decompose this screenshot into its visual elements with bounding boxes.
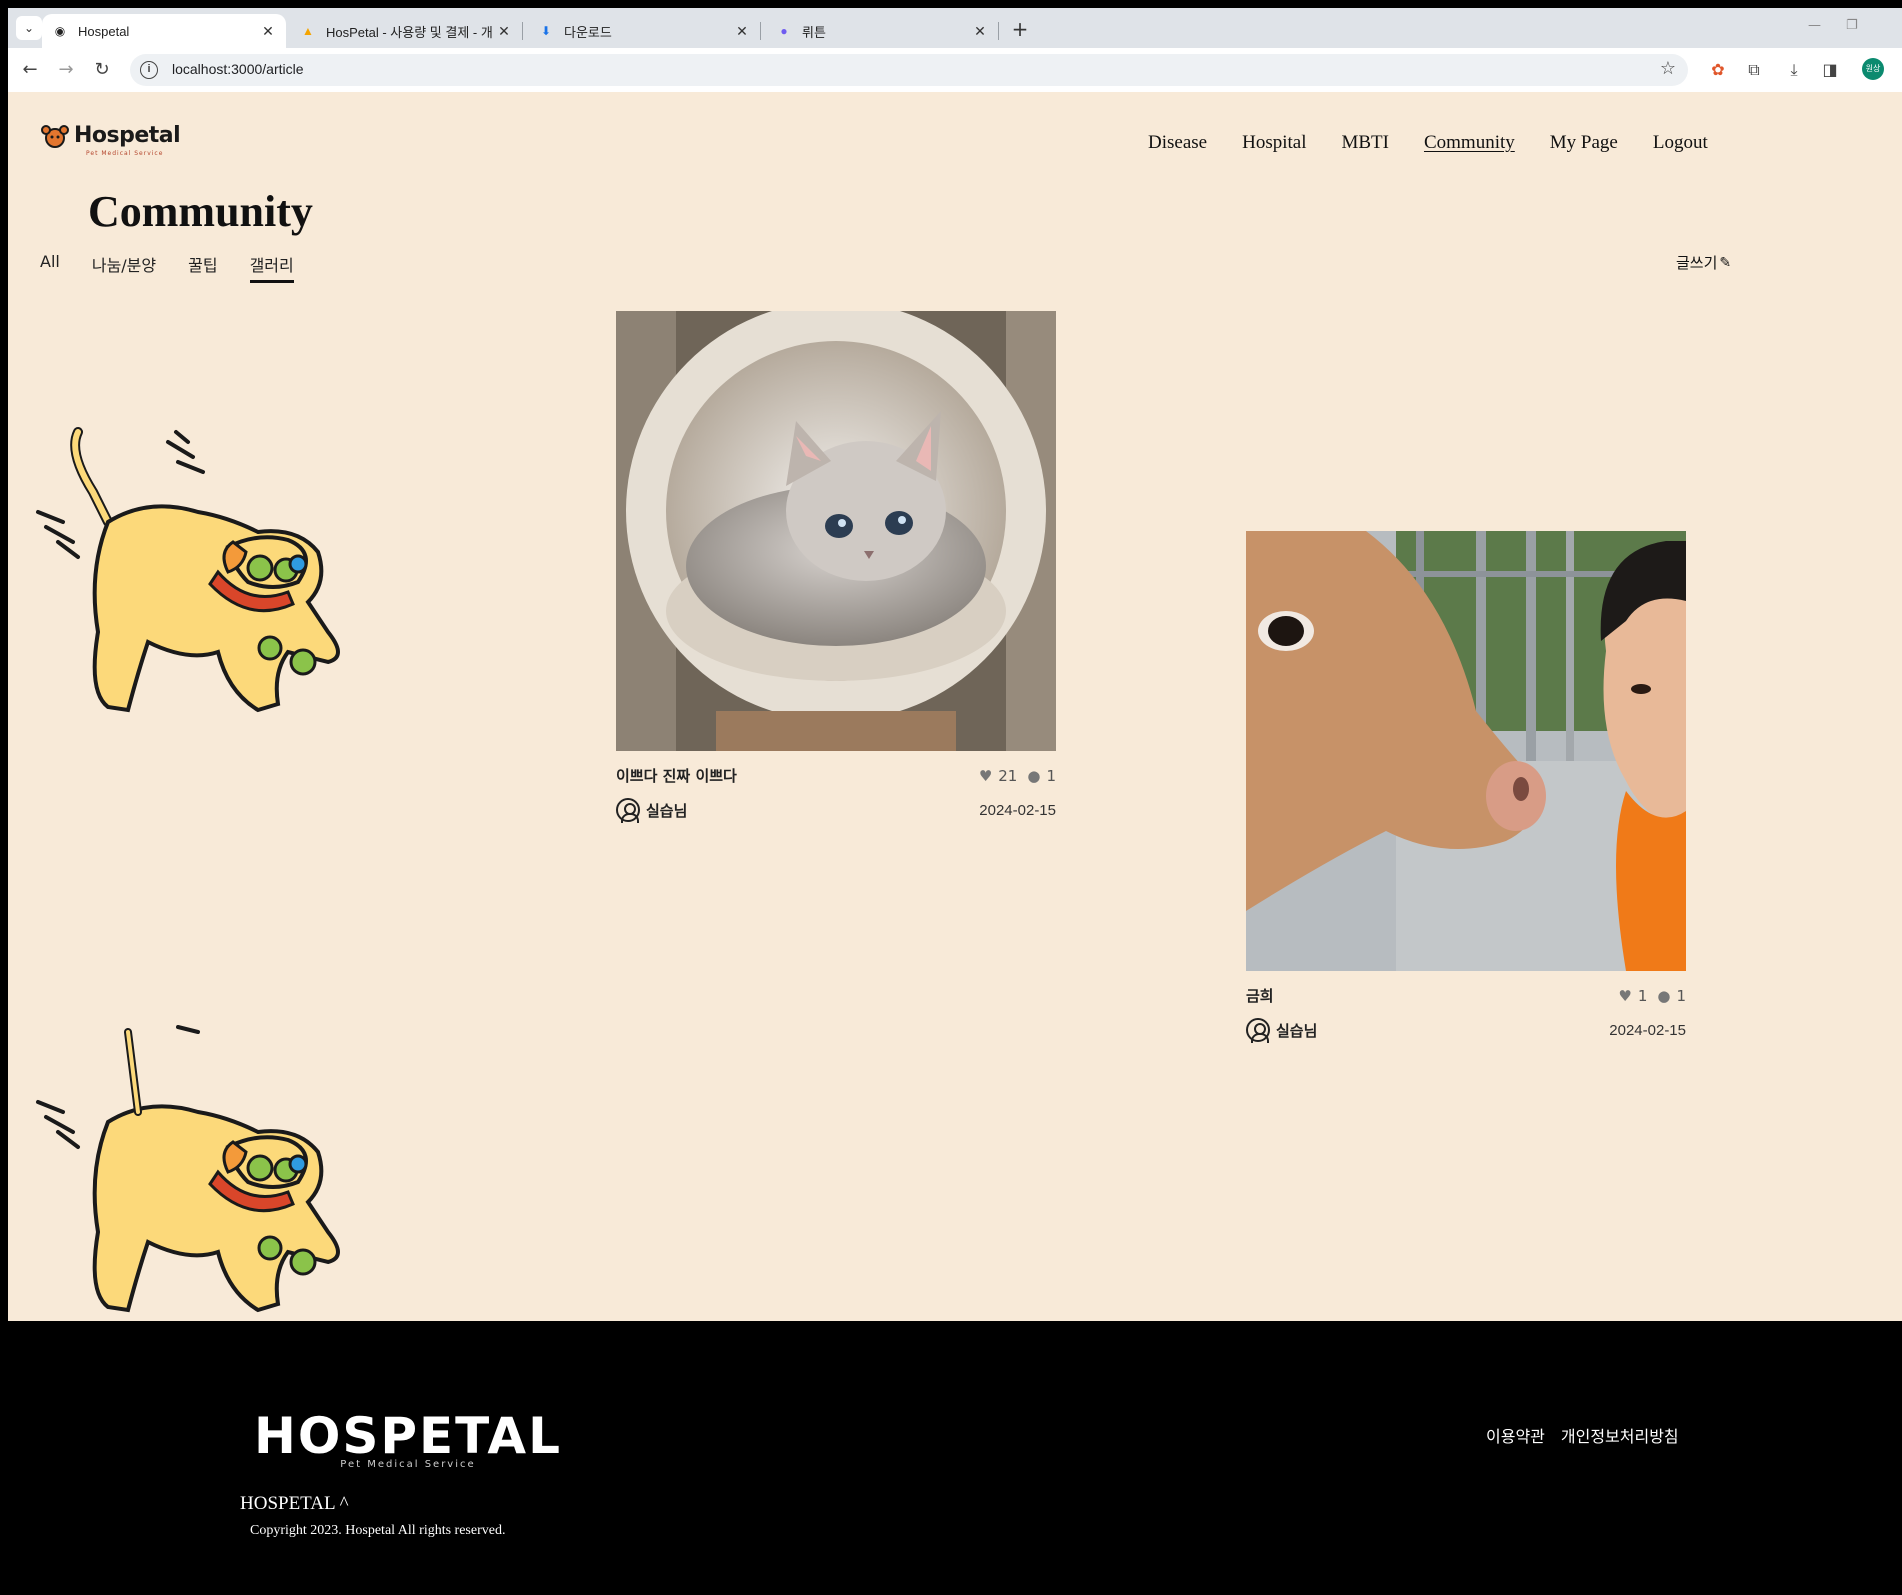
nav-community[interactable]: Community xyxy=(1424,132,1515,154)
gallery-post-card[interactable]: 금희 ♥ 1 ● 1 실습님 2024-02-15 xyxy=(1246,531,1686,1043)
profile-avatar[interactable]: 원상 xyxy=(1862,58,1884,80)
comment-count: 1 xyxy=(1046,766,1056,785)
category-tab-gallery[interactable]: 갤러리 xyxy=(249,252,294,283)
tab-search-icon[interactable]: ⌄ xyxy=(16,16,42,40)
forward-arrow-icon[interactable]: → xyxy=(54,58,78,82)
nav-disease[interactable]: Disease xyxy=(1148,132,1207,154)
comment-count: 1 xyxy=(1676,986,1686,1005)
write-post-label: 글쓰기 xyxy=(1676,254,1718,272)
downloads-icon[interactable]: ⤓ xyxy=(1782,58,1806,82)
tab-strip: ⌄ ◉ Hospetal ✕ ▲ HosPetal - 사용량 및 결제 - 개… xyxy=(8,8,1902,48)
post-photo-kitten[interactable] xyxy=(616,301,1056,751)
footer-links: 이용약관 개인정보처리방침 xyxy=(1486,1423,1695,1447)
post-title[interactable]: 이쁘다 진짜 이쁘다 xyxy=(616,765,737,786)
post-title[interactable]: 금희 xyxy=(1246,985,1274,1006)
site-footer: HOSPETAL Pet Medical Service HOSPETAL ^ … xyxy=(0,1321,1902,1595)
wrtn-favicon-icon: ● xyxy=(780,24,788,38)
nav-hospital[interactable]: Hospital xyxy=(1242,132,1306,154)
close-icon[interactable]: ✕ xyxy=(732,23,752,40)
download-favicon-icon: ⬇ xyxy=(540,24,552,38)
address-bar[interactable]: i localhost:3000/article ☆ xyxy=(130,54,1688,86)
write-post-button[interactable]: 글쓰기 ✎ xyxy=(1676,252,1731,273)
dog-illustration-icon xyxy=(36,1025,340,1313)
new-tab-plus-icon[interactable]: + xyxy=(1008,18,1032,42)
post-meta-row: 금희 ♥ 1 ● 1 xyxy=(1246,985,1686,1006)
tab-divider xyxy=(998,22,999,40)
minimize-icon[interactable]: — xyxy=(1808,18,1821,33)
post-author: 실습님 xyxy=(1246,1018,1318,1043)
category-tab-tips[interactable]: 꿀팁 xyxy=(188,252,217,283)
nav-my-page[interactable]: My Page xyxy=(1550,132,1618,154)
post-date: 2024-02-15 xyxy=(979,801,1056,819)
post-photo-calf-selfie[interactable] xyxy=(1246,531,1686,971)
address-url[interactable]: localhost:3000/article xyxy=(172,61,304,77)
nav-mbti[interactable]: MBTI xyxy=(1341,132,1389,154)
extensions-puzzle-icon[interactable]: ⧉ xyxy=(1742,58,1766,82)
heart-icon[interactable]: ♥ xyxy=(979,767,992,785)
main-nav: Disease Hospital MBTI Community My Page … xyxy=(1148,132,1743,154)
close-icon[interactable]: ✕ xyxy=(494,23,514,40)
reload-icon[interactable]: ↻ xyxy=(90,58,114,82)
color-wheel-extension-icon[interactable]: ✿ xyxy=(1706,58,1730,82)
edit-pencil-icon: ✎ xyxy=(1719,254,1732,271)
page-content: Hospetal Pet Medical Service Disease Hos… xyxy=(8,92,1902,1321)
page-title: Community xyxy=(88,187,313,236)
tab-firebase-billing[interactable]: ▲ HosPetal - 사용량 및 결제 - 개 ✕ xyxy=(290,14,522,48)
tab-divider xyxy=(522,22,523,40)
heart-icon[interactable]: ♥ xyxy=(1618,987,1631,1005)
close-icon[interactable]: ✕ xyxy=(258,23,278,40)
post-stats: ♥ 21 ● 1 xyxy=(969,767,1056,785)
site-info-icon[interactable]: i xyxy=(140,61,158,79)
tab-divider xyxy=(760,22,761,40)
tab-wrtn[interactable]: ● 뤼튼 ✕ xyxy=(766,14,998,48)
category-tab-sharing[interactable]: 나눔/분양 xyxy=(92,252,156,283)
post-author: 실습님 xyxy=(616,798,688,823)
category-tab-all[interactable]: All xyxy=(40,252,60,283)
author-name: 실습님 xyxy=(1276,1021,1318,1040)
terms-link[interactable]: 이용약관 xyxy=(1486,1423,1545,1447)
post-stats: ♥ 1 ● 1 xyxy=(1608,987,1686,1005)
author-name: 실습님 xyxy=(646,801,688,820)
firebase-favicon-icon: ▲ xyxy=(302,24,314,38)
browser-toolbar: ← → ↻ i localhost:3000/article ☆ ✿ ⧉ ⤓ ◨… xyxy=(8,48,1902,92)
comment-bubble-icon: ● xyxy=(1657,986,1671,1005)
close-icon[interactable]: ✕ xyxy=(970,23,990,40)
browser-window: ⌄ ◉ Hospetal ✕ ▲ HosPetal - 사용량 및 결제 - 개… xyxy=(8,8,1902,92)
tab-downloads[interactable]: ⬇ 다운로드 ✕ xyxy=(528,14,760,48)
gallery-post-card[interactable]: 이쁘다 진짜 이쁘다 ♥ 21 ● 1 실습님 2024-02-15 xyxy=(616,301,1056,823)
footer-logo-text: HOSPETAL xyxy=(254,1407,562,1465)
back-arrow-icon[interactable]: ← xyxy=(18,58,42,82)
restore-icon[interactable]: ❐ xyxy=(1846,18,1858,33)
post-author-row: 실습님 2024-02-15 xyxy=(1246,1018,1686,1043)
bookmark-star-icon[interactable]: ☆ xyxy=(1660,58,1676,79)
footer-brand-toggle[interactable]: HOSPETAL ^ xyxy=(240,1493,349,1515)
post-meta-row: 이쁘다 진짜 이쁘다 ♥ 21 ● 1 xyxy=(616,765,1056,786)
user-avatar-icon xyxy=(1246,1018,1270,1043)
footer-logo: HOSPETAL Pet Medical Service xyxy=(254,1407,562,1470)
post-date: 2024-02-15 xyxy=(1609,1021,1686,1039)
site-logo[interactable]: Hospetal Pet Medical Service xyxy=(38,120,181,157)
footer-copyright: Copyright 2023. Hospetal All rights rese… xyxy=(250,1523,506,1538)
dog-illustration-icon xyxy=(36,427,340,713)
user-avatar-icon xyxy=(616,798,640,823)
tab-hospetal[interactable]: ◉ Hospetal ✕ xyxy=(42,14,286,48)
nav-logout[interactable]: Logout xyxy=(1653,132,1708,154)
paw-logo-icon xyxy=(41,125,69,148)
category-tabs: All 나눔/분양 꿀팁 갤러리 xyxy=(40,252,326,283)
side-panel-icon[interactable]: ◨ xyxy=(1818,58,1842,82)
comment-bubble-icon: ● xyxy=(1027,766,1041,785)
privacy-policy-link[interactable]: 개인정보처리방침 xyxy=(1561,1423,1679,1447)
like-count: 21 xyxy=(998,766,1018,785)
hospetal-favicon-icon: ◉ xyxy=(54,24,66,38)
post-author-row: 실습님 2024-02-15 xyxy=(616,798,1056,823)
like-count: 1 xyxy=(1637,986,1648,1005)
